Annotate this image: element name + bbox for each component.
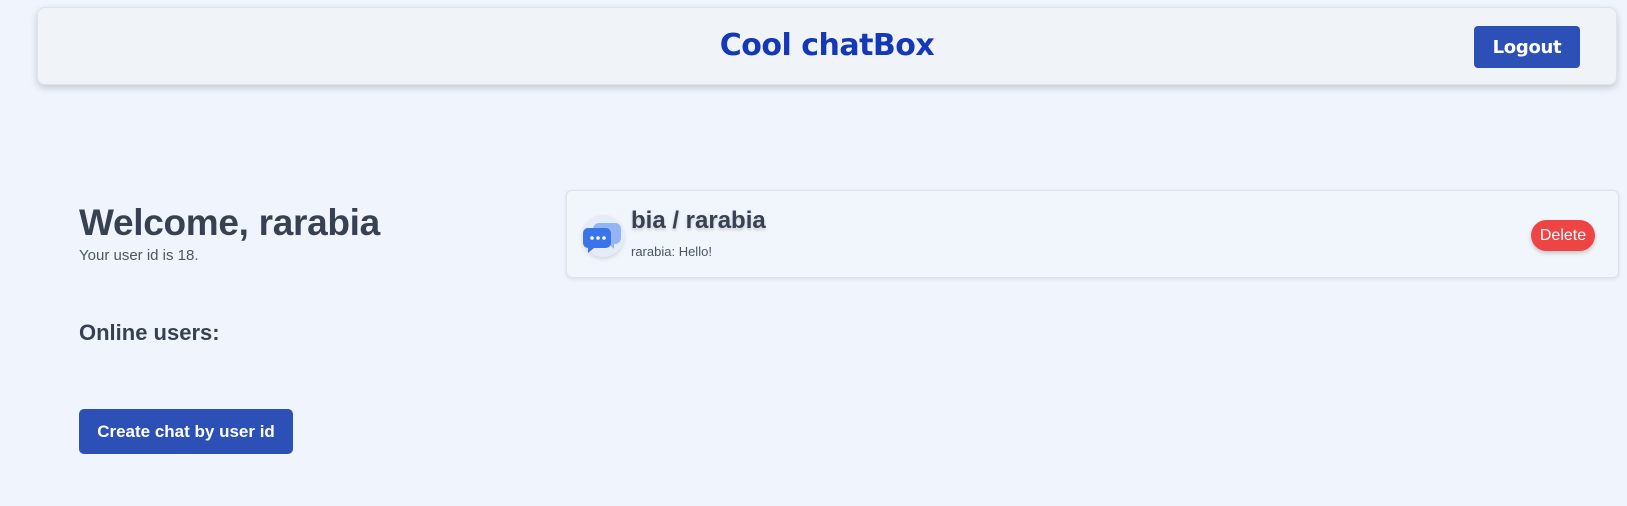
online-users-heading: Online users: — [79, 320, 220, 345]
create-chat-button[interactable]: Create chat by user id — [79, 409, 293, 454]
app-header: Cool chatBox Logout — [37, 7, 1617, 85]
chat-bubbles-icon — [582, 215, 624, 257]
user-id-text: Your user id is 18. — [79, 247, 199, 264]
welcome-heading: Welcome, rarabia — [79, 202, 380, 243]
chat-last-message: rarabia: Hello! — [631, 244, 712, 259]
delete-chat-button[interactable]: Delete — [1531, 220, 1595, 251]
app-title: Cool chatBox — [719, 28, 935, 63]
welcome-panel: Welcome, rarabia Your user id is 18. — [79, 200, 539, 266]
chat-list-item[interactable]: bia / rarabia rarabia: Hello! Delete — [566, 190, 1619, 278]
chat-title: bia / rarabia — [631, 207, 766, 234]
logout-button[interactable]: Logout — [1474, 26, 1580, 68]
